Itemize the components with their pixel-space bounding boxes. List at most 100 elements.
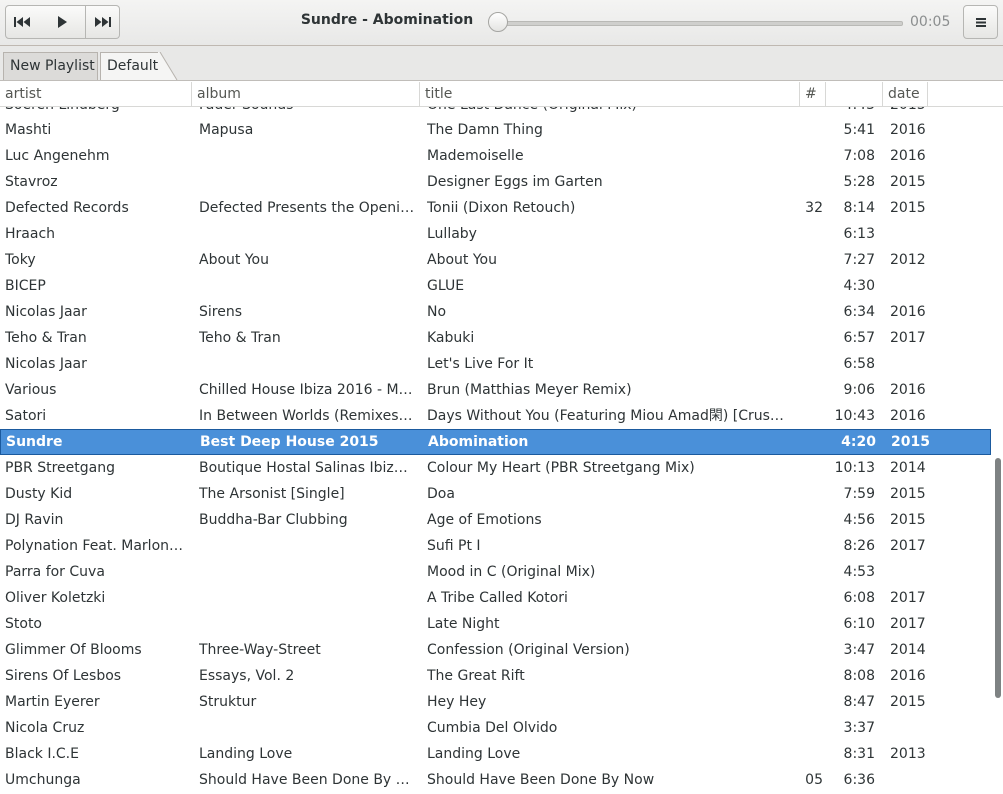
table-row[interactable]: Mashti Mapusa The Damn Thing 5:41 2016 [0, 117, 991, 143]
play-icon [56, 15, 68, 29]
track-title: The Great Rift [427, 668, 525, 684]
track-artist: Sirens Of Lesbos [5, 668, 122, 684]
track-album: Best Deep House 2015 [200, 434, 379, 450]
column-header-artist[interactable]: artist [0, 82, 192, 106]
track-album: The Arsonist [Single] [199, 486, 345, 502]
column-header-album[interactable]: album [192, 82, 420, 106]
track-artist: BICEP [5, 278, 46, 294]
track-length: 6:10 [843, 616, 875, 632]
track-album: Landing Love [199, 746, 293, 762]
next-track-button[interactable] [86, 5, 120, 39]
track-title: Should Have Been Done By Now [427, 772, 655, 788]
table-row[interactable]: Luc Angenehm Mademoiselle 7:08 2016 [0, 143, 991, 169]
table-row-selected[interactable]: Sundre Best Deep House 2015 Abomination 4:2… [0, 429, 991, 455]
tab-new-playlist[interactable]: New Playlist [3, 52, 98, 80]
track-length: 4:20 [841, 434, 876, 450]
track-length: 8:31 [843, 746, 875, 762]
seek-bar-handle[interactable] [488, 12, 508, 32]
track-title: Kabuki [427, 330, 475, 346]
table-row[interactable]: Various Chilled House Ibiza 2016 - Minist… [0, 377, 991, 403]
track-title: Cumbia Del Olvido [427, 720, 558, 736]
track-artist: Luc Angenehm [5, 148, 110, 164]
table-row[interactable]: Hraach Lullaby 6:13 [0, 221, 991, 247]
column-header-length[interactable] [826, 82, 883, 106]
track-title: Hey Hey [427, 694, 487, 710]
table-row[interactable]: Umchunga Should Have Been Done By Now Shou… [0, 767, 991, 793]
track-length: 3:47 [843, 642, 875, 658]
track-artist: Parra for Cuva [5, 564, 105, 580]
track-list[interactable]: Soeren Lindberg Fader Sounds One Last Da… [0, 107, 993, 794]
column-header-track-number[interactable]: # [800, 82, 826, 106]
table-row[interactable]: Glimmer Of Blooms Three-Way-Street Confess… [0, 637, 991, 663]
track-length: 8:47 [843, 694, 875, 710]
track-length: 5:41 [843, 122, 875, 138]
table-row[interactable]: BICEP GLUE 4:30 [0, 273, 991, 299]
track-date: 2015 [890, 694, 926, 710]
track-length: 5:28 [843, 174, 875, 190]
track-album: Should Have Been Done By Now [199, 772, 415, 788]
track-length: 6:34 [843, 304, 875, 320]
playlist-tab-bar: New Playlist Default [0, 46, 1003, 81]
main-menu-button[interactable] [963, 5, 998, 39]
column-header-date[interactable]: date [883, 82, 928, 106]
track-date: 2015 [890, 200, 926, 216]
table-row[interactable]: Martin Eyerer Struktur Hey Hey 8:47 2015 [0, 689, 991, 715]
scrollbar-thumb[interactable] [995, 458, 1001, 698]
table-row[interactable]: Stoto Late Night 6:10 2017 [0, 611, 991, 637]
table-row[interactable]: Nicolas Jaar Let's Live For It 6:58 [0, 351, 991, 377]
track-date: 2016 [890, 122, 926, 138]
skip-forward-icon [94, 16, 112, 28]
track-length: 6:08 [843, 590, 875, 606]
table-row[interactable]: Defected Records Defected Presents the Op… [0, 195, 991, 221]
seek-bar-track[interactable] [497, 21, 903, 26]
track-title: Brun (Matthias Meyer Remix) [427, 382, 632, 398]
table-row[interactable]: Toky About You About You 7:27 2012 [0, 247, 991, 273]
track-date: 2015 [891, 434, 930, 450]
elapsed-time: 00:05 [910, 14, 951, 30]
table-row[interactable]: Teho & Tran Teho & Tran Kabuki 6:57 2017 [0, 325, 991, 351]
track-artist: Nicolas Jaar [5, 304, 87, 320]
track-album: Mapusa [199, 122, 254, 138]
hamburger-menu-icon [975, 16, 987, 28]
table-row[interactable]: Oliver Koletzki A Tribe Called Kotori 6:0… [0, 585, 991, 611]
table-row[interactable]: DJ Ravin Buddha-Bar Clubbing Age of Emotio… [0, 507, 991, 533]
column-header: artist album title # date [0, 82, 1003, 107]
table-row[interactable]: Sirens Of Lesbos Essays, Vol. 2 The Great … [0, 663, 991, 689]
play-button[interactable] [38, 5, 86, 39]
track-artist: Stoto [5, 616, 42, 632]
table-row[interactable]: Nicolas Jaar Sirens No 6:34 2016 [0, 299, 991, 325]
track-length: 8:08 [843, 668, 875, 684]
track-title: Abomination [428, 434, 529, 450]
track-date: 2013 [890, 746, 926, 762]
table-row[interactable]: Satori In Between Worlds (Remixes, Vol. 1… [0, 403, 991, 429]
table-row[interactable]: Parra for Cuva Mood in C (Original Mix) 4:… [0, 559, 991, 585]
table-row[interactable]: PBR Streetgang Boutique Hostal Salinas Ib… [0, 455, 991, 481]
track-artist: Martin Eyerer [5, 694, 100, 710]
track-date: 2012 [890, 252, 926, 268]
track-length: 9:06 [843, 382, 875, 398]
tab-default[interactable]: Default [100, 52, 160, 80]
track-album: Struktur [199, 694, 257, 710]
table-row[interactable]: Nicola Cruz Cumbia Del Olvido 3:37 [0, 715, 991, 741]
table-row[interactable]: Stavroz Designer Eggs im Garten 5:28 2015 [0, 169, 991, 195]
column-header-title[interactable]: title [420, 82, 800, 106]
track-artist: Black I.C.E [5, 746, 79, 762]
track-title: Let's Live For It [427, 356, 534, 372]
track-artist: Various [5, 382, 57, 398]
track-artist: Nicola Cruz [5, 720, 85, 736]
track-length: 7:59 [843, 486, 875, 502]
previous-track-button[interactable] [5, 5, 39, 39]
tab-edge-decoration [158, 52, 178, 80]
track-date: 2017 [890, 616, 926, 632]
table-row[interactable]: Polynation Feat. Marlon Peroune Sufi Pt I… [0, 533, 991, 559]
track-length: 6:58 [843, 356, 875, 372]
track-length: 7:08 [843, 148, 875, 164]
table-row[interactable]: Black I.C.E Landing Love Landing Love 8:31 2… [0, 741, 991, 767]
track-title: Designer Eggs im Garten [427, 174, 603, 190]
track-date: 2016 [890, 382, 926, 398]
track-artist: Hraach [5, 226, 56, 242]
table-row[interactable]: Dusty Kid The Arsonist [Single] Doa 7:59 201… [0, 481, 991, 507]
track-length: 8:26 [843, 538, 875, 554]
track-length: 4:53 [843, 564, 875, 580]
track-length: 10:13 [834, 460, 875, 476]
